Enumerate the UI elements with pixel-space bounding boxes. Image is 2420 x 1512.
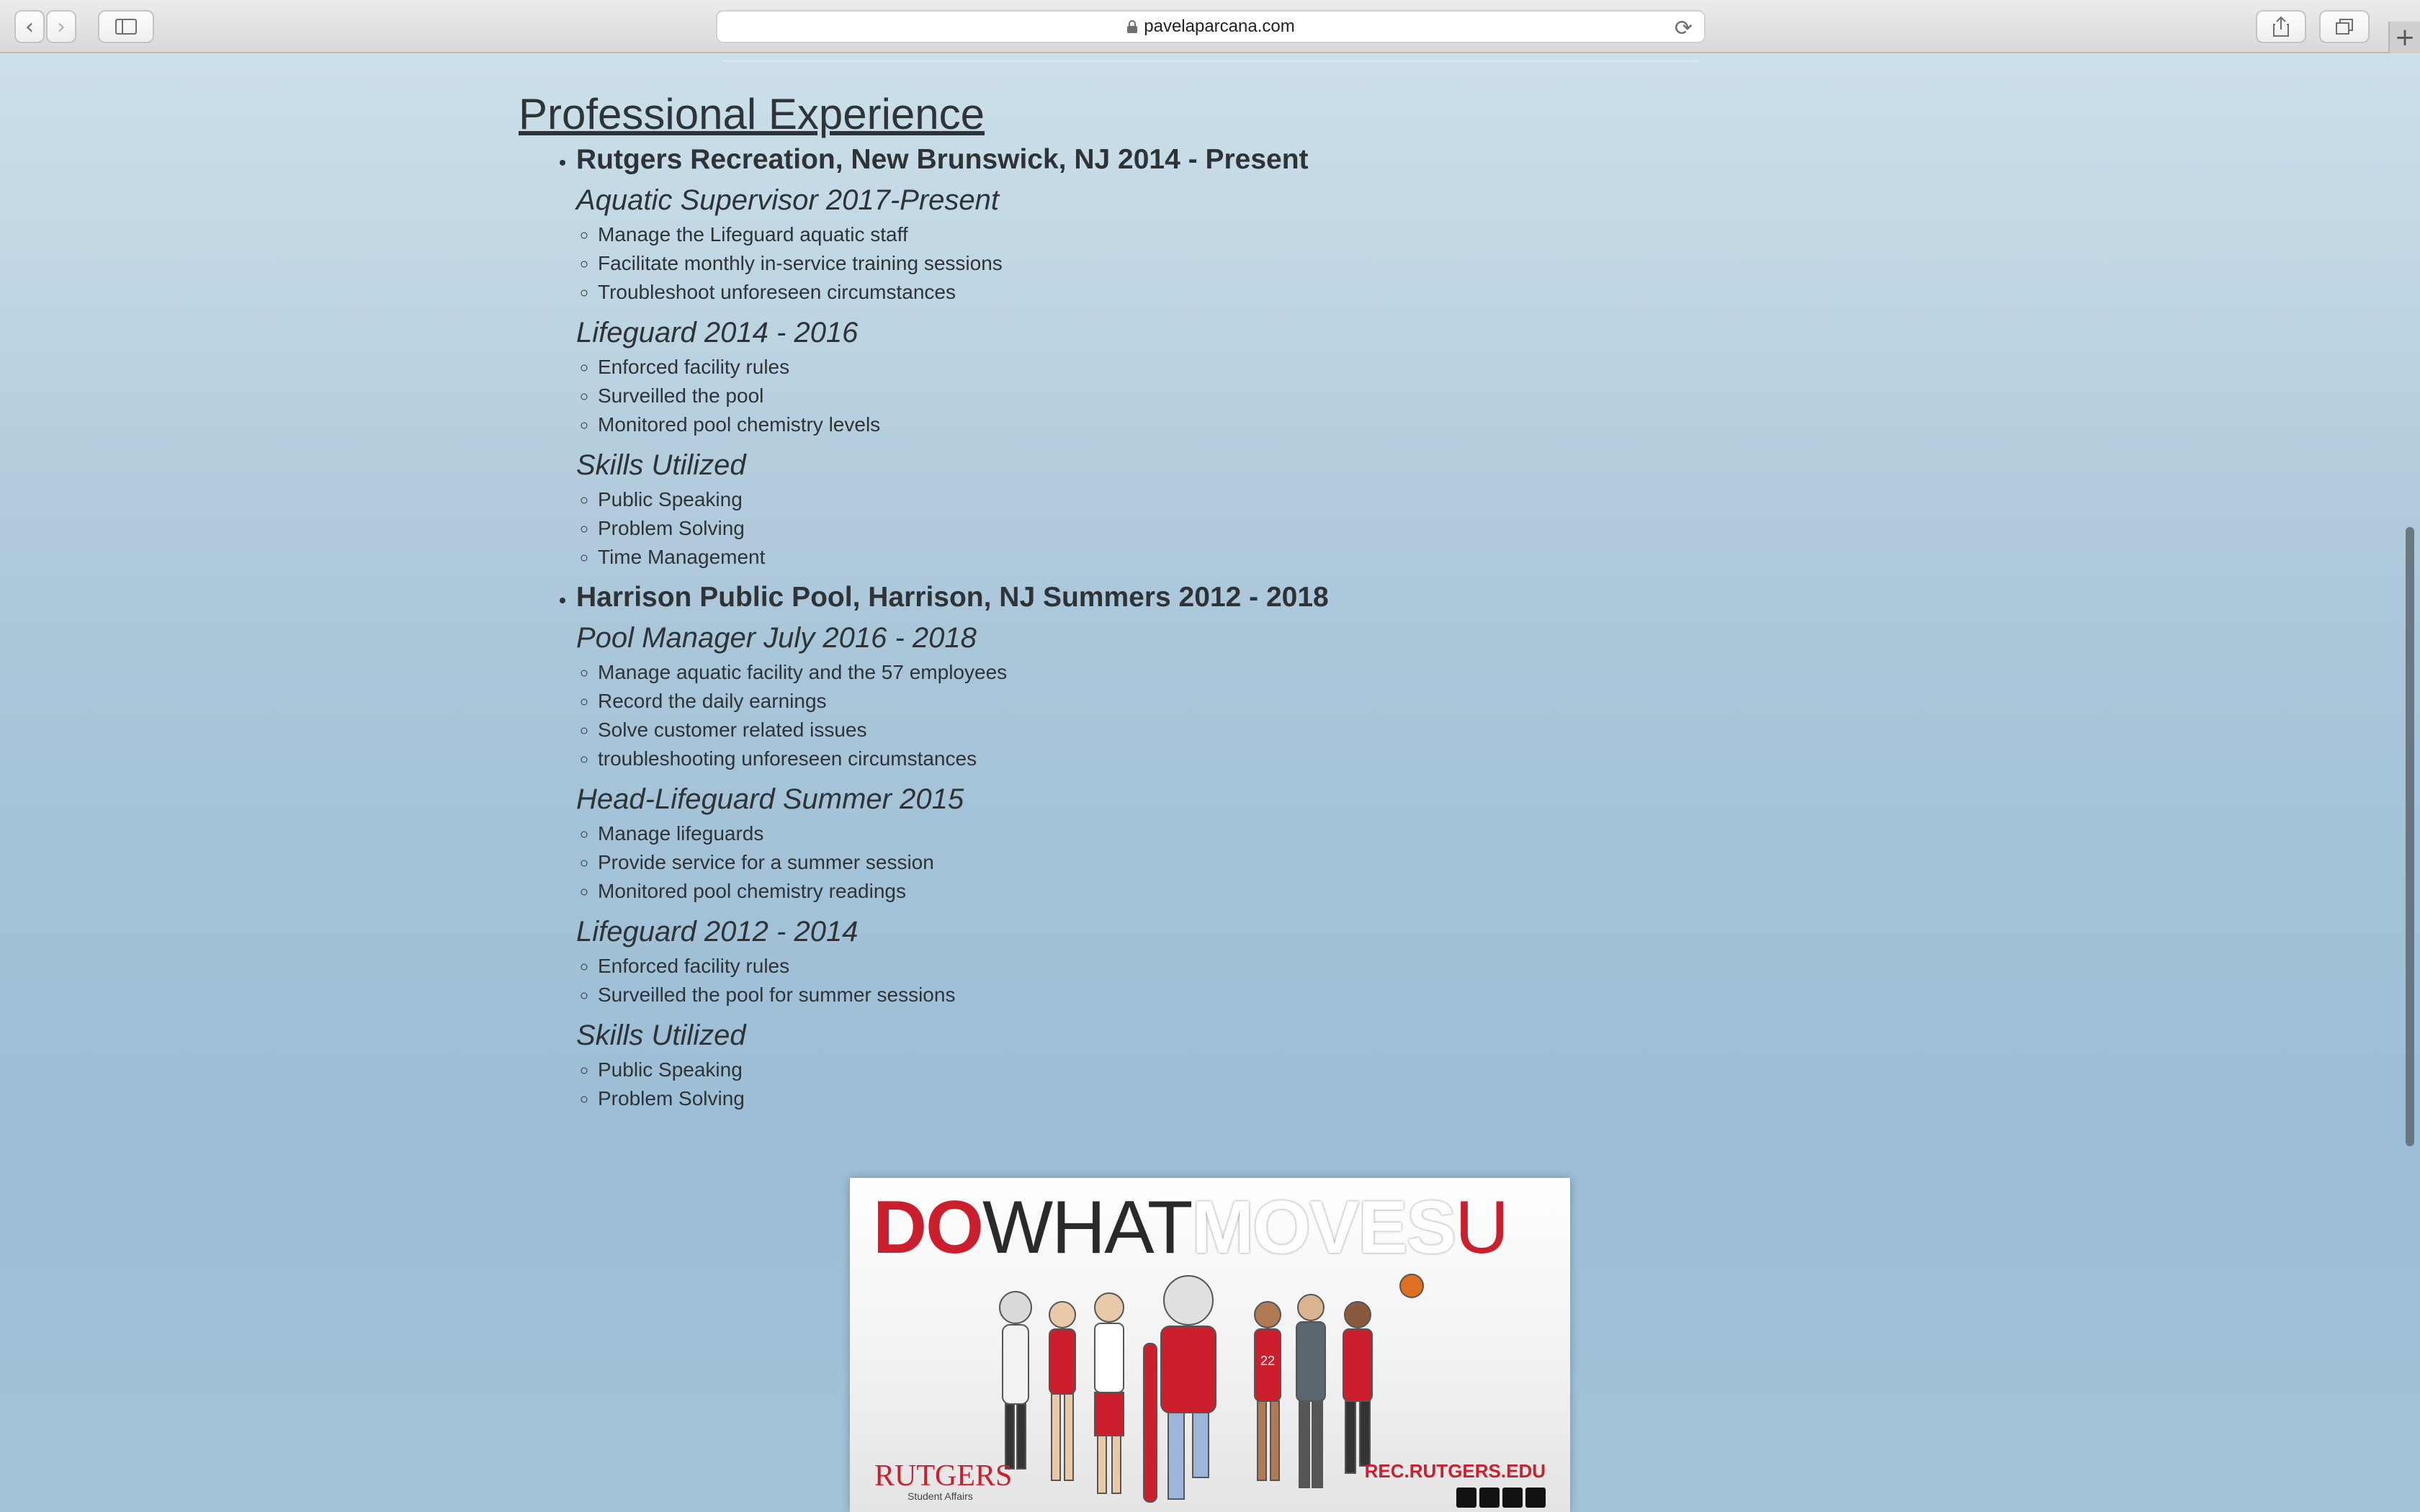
list-item: Manage lifeguards	[598, 819, 1329, 848]
headline-moves: MOVES	[1191, 1186, 1456, 1269]
sidebar-icon	[115, 19, 137, 35]
role-title: Lifeguard 2012 - 2014	[576, 916, 859, 948]
experience-section: Professional Experience Rutgers Recreati…	[519, 89, 1329, 1119]
basketball-woman: 22	[1254, 1301, 1281, 1481]
mascot-scarlet-knight	[1143, 1275, 1216, 1503]
vertical-scrollbar[interactable]	[2406, 527, 2414, 1146]
basketball-player	[1343, 1274, 1424, 1474]
list-item: Surveilled the pool	[598, 382, 1329, 410]
headline-what: WHAT	[982, 1186, 1193, 1269]
duty-list: Enforced facility rules Surveilled the p…	[576, 353, 1329, 439]
lifeguard-man	[1094, 1292, 1124, 1494]
list-item: Monitored pool chemistry readings	[598, 877, 1329, 906]
url-text: pavelaparcana.com	[1144, 17, 1295, 36]
list-item: Problem Solving	[598, 514, 1329, 543]
rutgers-rec-banner-image: DOWHATMOVESU 22 RUTGERS Student Affairs …	[850, 1178, 1570, 1512]
headline-do: DO	[873, 1186, 984, 1269]
rutgers-logo-subtitle: Student Affairs	[908, 1490, 973, 1502]
tabs-icon	[2336, 19, 2353, 35]
duty-list: Public Speaking Problem Solving Time Man…	[576, 485, 1329, 572]
duty-list: Manage aquatic facility and the 57 emplo…	[576, 658, 1329, 773]
duty-list: Manage the Lifeguard aquatic staff Facil…	[576, 220, 1329, 307]
lifeguard-woman	[1049, 1301, 1076, 1481]
list-item: Troubleshoot unforeseen circumstances	[598, 278, 1329, 307]
address-bar[interactable]: pavelaparcana.com ⟳	[716, 10, 1706, 43]
job-item: Harrison Public Pool, Harrison, NJ Summe…	[576, 577, 1329, 1113]
role-title: Pool Manager July 2016 - 2018	[576, 622, 977, 654]
share-icon	[2273, 16, 2289, 37]
lock-icon	[1127, 20, 1138, 33]
browser-toolbar: ‹ › pavelaparcana.com ⟳ +	[0, 0, 2420, 53]
role-title: Aquatic Supervisor 2017-Present	[576, 184, 999, 216]
page-viewport: Professional Experience Rutgers Recreati…	[0, 53, 2420, 1512]
chevron-left-icon: ‹	[25, 14, 34, 40]
sidebar-toggle-button[interactable]	[98, 10, 154, 43]
headline-u: U	[1455, 1186, 1509, 1269]
list-item: Manage the Lifeguard aquatic staff	[598, 220, 1329, 249]
list-item: Public Speaking	[598, 1056, 1329, 1084]
lacrosse-player	[999, 1291, 1032, 1470]
role-title: Head-Lifeguard Summer 2015	[576, 783, 964, 815]
share-button[interactable]	[2256, 10, 2306, 43]
tabs-overview-button[interactable]	[2319, 10, 2370, 43]
list-item: Record the daily earnings	[598, 687, 1329, 716]
list-item: Manage aquatic facility and the 57 emplo…	[598, 658, 1329, 687]
social-icons	[1456, 1488, 1546, 1508]
list-item: Surveilled the pool for summer sessions	[598, 981, 1329, 1009]
jersey-number: 22	[1260, 1354, 1275, 1368]
list-item: Provide service for a summer session	[598, 848, 1329, 877]
new-tab-button[interactable]: +	[2388, 22, 2420, 53]
list-item: Time Management	[598, 543, 1329, 572]
instagram-icon	[1525, 1488, 1546, 1508]
list-item: Enforced facility rules	[598, 952, 1329, 981]
twitter-icon	[1502, 1488, 1523, 1508]
job-title: Rutgers Recreation, New Brunswick, NJ 20…	[576, 144, 1309, 175]
list-item: Public Speaking	[598, 485, 1329, 514]
banner-headline: DOWHATMOVESU	[873, 1186, 1509, 1269]
back-button[interactable]: ‹	[14, 10, 45, 43]
rutgers-logo: RUTGERS	[874, 1459, 1013, 1493]
role-title: Skills Utilized	[576, 1020, 746, 1051]
rec-website-text: REC.RUTGERS.EDU	[1364, 1460, 1546, 1482]
job-item: Rutgers Recreation, New Brunswick, NJ 20…	[576, 140, 1329, 572]
forward-button[interactable]: ›	[46, 10, 76, 43]
snapchat-icon	[1456, 1488, 1476, 1508]
list-item: troubleshooting unforeseen circumstances	[598, 744, 1329, 773]
reload-icon[interactable]: ⟳	[1675, 16, 1693, 41]
list-item: Monitored pool chemistry levels	[598, 410, 1329, 439]
job-title: Harrison Public Pool, Harrison, NJ Summe…	[576, 582, 1329, 613]
duty-list: Enforced facility rules Surveilled the p…	[576, 952, 1329, 1009]
duty-list: Public Speaking Problem Solving	[576, 1056, 1329, 1113]
job-list: Rutgers Recreation, New Brunswick, NJ 20…	[519, 140, 1329, 1113]
list-item: Solve customer related issues	[598, 716, 1329, 744]
plus-icon: +	[2394, 23, 2416, 52]
list-item: Enforced facility rules	[598, 353, 1329, 382]
section-heading: Professional Experience	[519, 90, 985, 138]
list-item: Facilitate monthly in-service training s…	[598, 249, 1329, 278]
man-in-jacket	[1296, 1294, 1326, 1488]
list-item: Problem Solving	[598, 1084, 1329, 1113]
chevron-right-icon: ›	[57, 14, 66, 40]
duty-list: Manage lifeguards Provide service for a …	[576, 819, 1329, 906]
facebook-icon	[1479, 1488, 1500, 1508]
role-title: Skills Utilized	[576, 449, 746, 481]
divider	[723, 60, 1698, 62]
role-title: Lifeguard 2014 - 2016	[576, 317, 859, 348]
